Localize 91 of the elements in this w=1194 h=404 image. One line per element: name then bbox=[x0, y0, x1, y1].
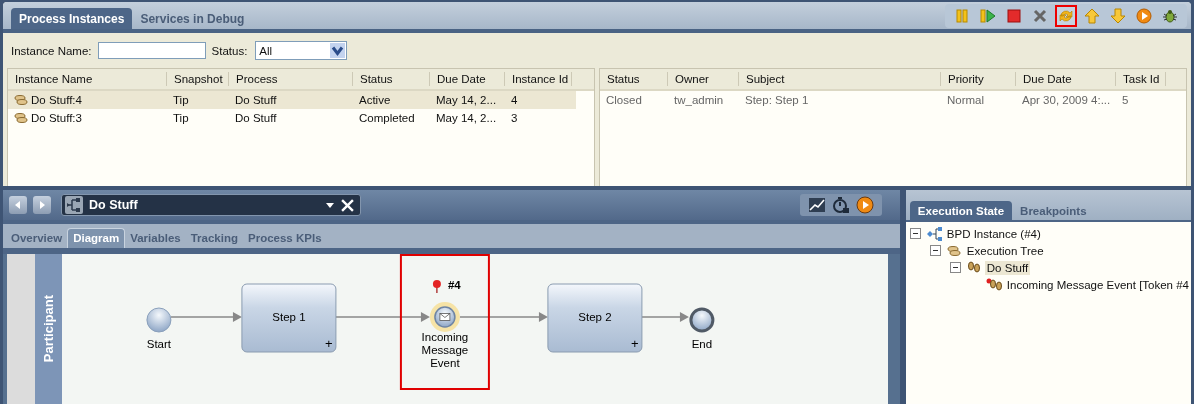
lane-label: Participant bbox=[41, 295, 56, 363]
footprints-icon bbox=[985, 277, 1002, 292]
tree-item[interactable]: Do Stuff bbox=[984, 260, 1031, 275]
footprints-icon bbox=[965, 260, 982, 275]
table-cell: Do Stuff:4 bbox=[31, 94, 82, 106]
collapse-icon[interactable] bbox=[949, 262, 961, 273]
column-header[interactable]: Task Id bbox=[1116, 72, 1166, 86]
bug-icon bbox=[1162, 7, 1178, 24]
table-cell: Active bbox=[359, 94, 391, 106]
table-cell: Tip bbox=[173, 94, 189, 106]
pause-icon bbox=[954, 7, 970, 24]
toolbar-button[interactable] bbox=[1055, 4, 1077, 27]
process-icon bbox=[65, 196, 83, 214]
field-label: Instance Name: bbox=[11, 44, 92, 57]
table-cell: Do Stuff:3 bbox=[31, 112, 82, 124]
column-header[interactable]: Subject bbox=[739, 72, 941, 86]
coins-icon bbox=[14, 112, 28, 124]
panel-tab[interactable]: Process Instances bbox=[11, 8, 133, 29]
coins-icon bbox=[14, 94, 28, 106]
collapse-icon[interactable] bbox=[929, 245, 941, 256]
panel-tab[interactable]: Services in Debug bbox=[132, 8, 253, 29]
coins-icon bbox=[945, 243, 962, 258]
caret-icon[interactable] bbox=[325, 200, 335, 210]
collapse-icon[interactable] bbox=[909, 228, 921, 239]
play-icon bbox=[1136, 7, 1152, 24]
refresh-icon bbox=[1058, 7, 1074, 24]
table-cell: 3 bbox=[511, 112, 518, 124]
table-cell: Step: Step 1 bbox=[745, 94, 809, 106]
column-header[interactable]: Instance Id bbox=[505, 72, 572, 86]
table-cell: 5 bbox=[1122, 94, 1129, 106]
node-label: Incoming Message Event bbox=[421, 331, 469, 369]
down-arrow-icon bbox=[1110, 7, 1126, 24]
table-cell: Completed bbox=[359, 112, 415, 124]
column-header[interactable]: Status bbox=[353, 72, 430, 86]
column-header[interactable]: Status bbox=[600, 72, 668, 86]
connector-arrow bbox=[641, 312, 689, 322]
node-label: End bbox=[691, 338, 713, 350]
table-cell: May 14, 2... bbox=[436, 112, 497, 124]
table-cell: tw_admin bbox=[674, 94, 724, 106]
delete-icon bbox=[1032, 7, 1048, 24]
play-icon[interactable] bbox=[855, 196, 874, 214]
table-row[interactable]: Closed tw_admin Step: Step 1 Normal Apr 30, 2009 4:... 5 bbox=[600, 91, 1186, 109]
table-cell: Do Stuff bbox=[235, 94, 277, 106]
back-icon bbox=[13, 200, 23, 210]
table-cell: Normal bbox=[947, 94, 985, 106]
instance-name-field[interactable] bbox=[97, 42, 206, 59]
tree-item[interactable]: Execution Tree bbox=[964, 243, 1046, 258]
step-icon bbox=[980, 7, 996, 24]
pin-icon bbox=[432, 280, 441, 294]
back-button[interactable] bbox=[9, 196, 27, 214]
column-header[interactable]: Due Date bbox=[430, 72, 505, 86]
table-cell: May 14, 2... bbox=[436, 94, 497, 106]
expand-marker: + bbox=[324, 336, 333, 351]
table-cell: Do Stuff bbox=[235, 112, 277, 124]
stopwatch-icon[interactable] bbox=[831, 196, 850, 214]
chart-icon[interactable] bbox=[807, 196, 826, 214]
forward-button[interactable] bbox=[33, 196, 51, 214]
start-event[interactable] bbox=[146, 307, 172, 333]
column-header[interactable]: Snapshot bbox=[167, 72, 229, 86]
message-event[interactable] bbox=[429, 302, 460, 332]
column-header[interactable]: Instance Name bbox=[8, 72, 167, 86]
column-header[interactable]: Owner bbox=[668, 72, 739, 86]
table-cell: Closed bbox=[606, 94, 642, 106]
tree-item[interactable]: Incoming Message Event [Token #4 bbox=[1004, 277, 1191, 292]
column-header[interactable]: Process bbox=[229, 72, 353, 86]
table-cell: Apr 30, 2009 4:... bbox=[1022, 94, 1111, 106]
table-cell: 4 bbox=[511, 94, 518, 106]
expand-marker: + bbox=[630, 336, 639, 351]
node-label: Step 2 bbox=[578, 311, 612, 323]
node-label: Start bbox=[146, 338, 172, 350]
up-arrow-icon bbox=[1084, 7, 1100, 24]
table-cell: Tip bbox=[173, 112, 189, 124]
field-label: Status: bbox=[211, 44, 248, 57]
table-row[interactable]: Do Stuff:3 Tip Do Stuff Completed May 14, 2... 3 bbox=[8, 109, 594, 127]
node-label: Step 1 bbox=[272, 311, 306, 323]
close-icon[interactable] bbox=[341, 198, 354, 212]
stop-icon bbox=[1006, 7, 1022, 24]
table-row[interactable]: Do Stuff:4 Tip Do Stuff Active May 14, 2... 4 bbox=[8, 91, 576, 109]
forward-icon bbox=[37, 200, 47, 210]
column-header[interactable]: Due Date bbox=[1016, 72, 1116, 86]
column-header[interactable]: Priority bbox=[941, 72, 1016, 86]
panel-tab[interactable]: Execution State bbox=[909, 201, 1013, 220]
process-selector[interactable]: Do Stuff bbox=[61, 194, 361, 216]
tree-item[interactable]: BPD Instance (#4) bbox=[944, 226, 1043, 241]
task-box[interactable] bbox=[547, 283, 643, 353]
task-box[interactable] bbox=[241, 283, 337, 353]
process-icon bbox=[925, 226, 942, 241]
connector-arrow bbox=[170, 312, 242, 322]
status-dropdown[interactable]: All bbox=[255, 41, 348, 60]
token-label: #4 bbox=[447, 279, 461, 291]
end-event[interactable] bbox=[689, 307, 715, 333]
